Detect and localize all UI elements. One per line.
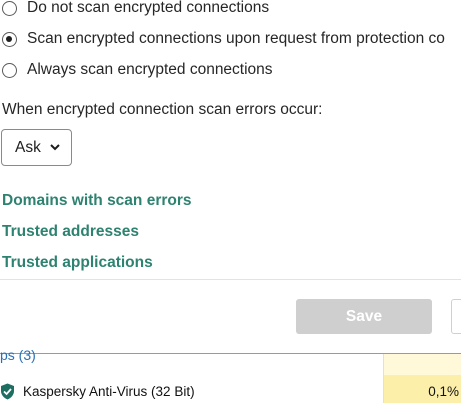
- radio-button[interactable]: [2, 0, 17, 16]
- radio-label: Always scan encrypted connections: [27, 61, 273, 78]
- cpu-column-header-cell: [383, 354, 461, 375]
- apps-group-header[interactable]: ps (3): [0, 347, 36, 363]
- radio-do-not-scan[interactable]: Do not scan encrypted connections: [2, 0, 269, 19]
- radio-label: Do not scan encrypted connections: [27, 0, 270, 16]
- cancel-button[interactable]: [451, 299, 461, 334]
- task-manager-window: ps (3) Kaspersky Anti-Virus (32 Bit) 0,1…: [0, 347, 461, 403]
- kaspersky-shield-icon: [0, 383, 15, 400]
- process-name: Kaspersky Anti-Virus (32 Bit): [23, 383, 195, 399]
- scan-errors-label: When encrypted connection scan errors oc…: [2, 101, 323, 118]
- settings-screen: Do not scan encrypted connections Scan e…: [0, 0, 461, 403]
- trusted-addresses-link[interactable]: Trusted addresses: [2, 223, 139, 241]
- cpu-usage-value: 0,1%: [428, 383, 459, 399]
- radio-button[interactable]: [2, 62, 17, 78]
- domains-with-scan-errors-link[interactable]: Domains with scan errors: [2, 192, 192, 210]
- radio-label: Scan encrypted connections upon request …: [27, 30, 445, 47]
- radio-always-scan[interactable]: Always scan encrypted connections: [2, 59, 273, 81]
- footer-divider: [0, 279, 461, 280]
- radio-button-selected[interactable]: [2, 31, 17, 47]
- table-row[interactable]: Kaspersky Anti-Virus (32 Bit): [0, 381, 195, 401]
- dropdown-value: Ask: [15, 138, 41, 156]
- scan-errors-dropdown[interactable]: Ask: [1, 129, 72, 166]
- chevron-down-icon: [50, 143, 60, 153]
- save-button[interactable]: Save: [296, 299, 432, 334]
- trusted-applications-link[interactable]: Trusted applications: [2, 254, 153, 272]
- radio-scan-on-request[interactable]: Scan encrypted connections upon request …: [2, 28, 445, 50]
